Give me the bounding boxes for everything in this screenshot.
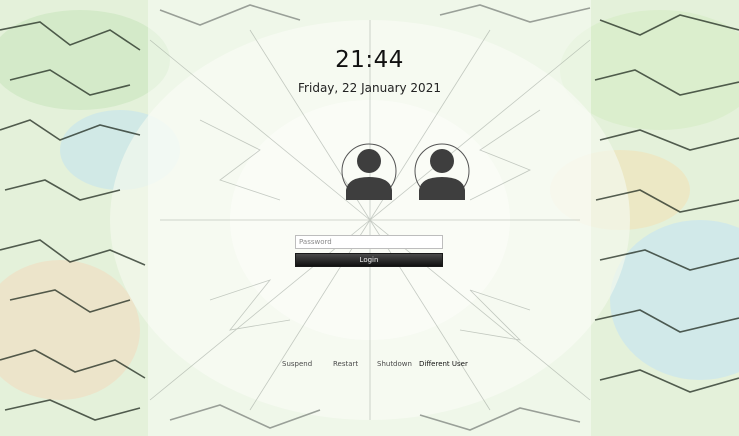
date-label: Friday, 22 January 2021	[298, 81, 441, 95]
user-avatar-1[interactable]	[340, 142, 398, 200]
suspend-button[interactable]: Suspend	[282, 360, 312, 368]
login-button[interactable]: Login	[295, 253, 443, 267]
user-avatar-icon	[341, 143, 397, 200]
restart-button[interactable]: Restart	[333, 360, 358, 368]
password-input[interactable]	[295, 235, 443, 249]
user-avatar-2[interactable]	[413, 142, 471, 200]
different-user-button[interactable]: Different User	[419, 360, 468, 368]
shutdown-button[interactable]: Shutdown	[377, 360, 412, 368]
login-screen: 21:44 Friday, 22 January 2021 Login Susp…	[0, 0, 739, 436]
user-avatar-icon	[414, 143, 470, 200]
clock: 21:44	[335, 47, 404, 73]
login-form: Login	[295, 235, 443, 267]
